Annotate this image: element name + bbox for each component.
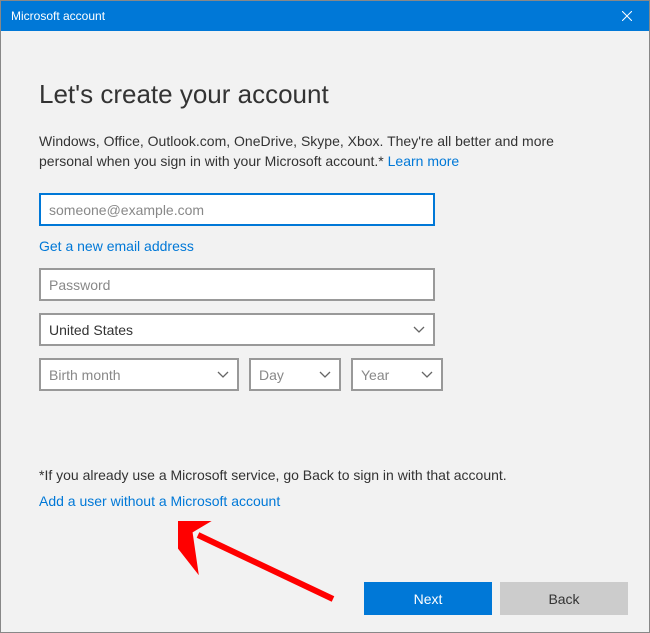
chevron-down-icon: [413, 323, 425, 337]
chevron-down-icon: [319, 368, 331, 382]
intro-body: Windows, Office, Outlook.com, OneDrive, …: [39, 133, 554, 169]
chevron-down-icon: [217, 368, 229, 382]
birth-year-label: Year: [361, 367, 389, 383]
country-select[interactable]: United States: [39, 313, 435, 346]
country-value: United States: [49, 322, 133, 338]
next-button[interactable]: Next: [364, 582, 492, 615]
close-icon: [622, 11, 632, 21]
birth-day-label: Day: [259, 367, 284, 383]
titlebar: Microsoft account: [1, 1, 649, 31]
birth-day-select[interactable]: Day: [249, 358, 341, 391]
page-title: Let's create your account: [39, 79, 611, 110]
password-input[interactable]: [39, 268, 435, 301]
intro-text: Windows, Office, Outlook.com, OneDrive, …: [39, 132, 611, 171]
chevron-down-icon: [421, 368, 433, 382]
birth-month-select[interactable]: Birth month: [39, 358, 239, 391]
birth-year-select[interactable]: Year: [351, 358, 443, 391]
learn-more-link[interactable]: Learn more: [388, 153, 460, 169]
close-button[interactable]: [604, 1, 649, 31]
birth-month-label: Birth month: [49, 367, 121, 383]
new-email-link[interactable]: Get a new email address: [39, 238, 194, 254]
annotation-arrow-icon: [178, 521, 358, 611]
back-button[interactable]: Back: [500, 582, 628, 615]
add-user-without-ms-account-link[interactable]: Add a user without a Microsoft account: [39, 493, 280, 509]
window-title: Microsoft account: [11, 9, 105, 23]
footnote-text: *If you already use a Microsoft service,…: [39, 467, 611, 483]
email-input[interactable]: [39, 193, 435, 226]
